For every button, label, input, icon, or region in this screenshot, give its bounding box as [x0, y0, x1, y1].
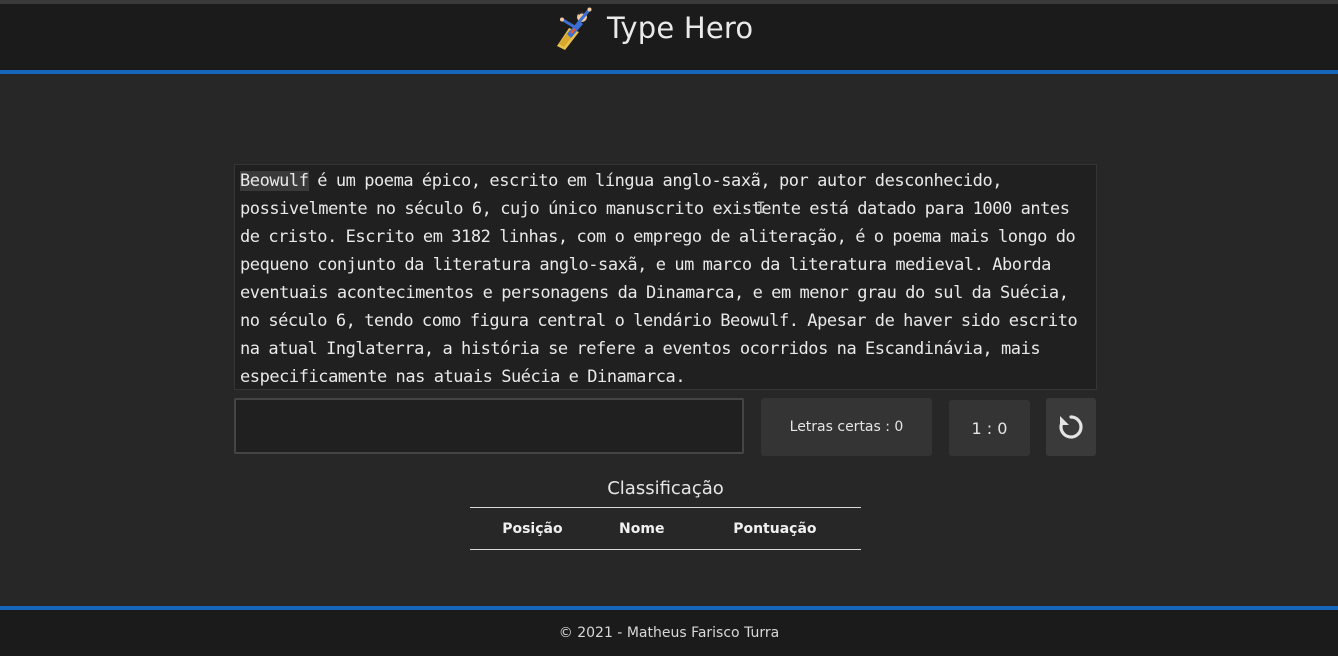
restart-button[interactable]	[1046, 398, 1096, 456]
typing-input[interactable]	[234, 398, 744, 454]
column-score: Pontuação	[733, 520, 817, 537]
column-name: Nome	[619, 520, 665, 537]
app-footer: © 2021 - Matheus Farisco Turra	[0, 610, 1338, 656]
superhero-icon	[557, 7, 592, 50]
app-title: Type Hero	[607, 11, 754, 45]
current-word: Beowulf	[240, 171, 309, 191]
copyright-text: © 2021 - Matheus Farisco Turra	[558, 625, 780, 641]
text-cursor-icon: I	[756, 198, 766, 217]
typing-text-panel: Beowulf é um poema épico, escrito em lín…	[234, 164, 1097, 390]
app-header: Type Hero	[0, 4, 1338, 70]
restart-icon	[1059, 415, 1083, 439]
ranking-title: Classificação	[607, 478, 724, 499]
column-position: Posição	[502, 520, 563, 537]
ranking-header-row: Posição Nome Pontuação	[470, 507, 861, 550]
ranking-table: Posição Nome Pontuação	[470, 507, 861, 550]
header-accent-bar	[0, 70, 1338, 74]
remaining-text: é um poema épico, escrito em língua angl…	[240, 171, 1078, 387]
correct-letters-counter: Letras certas : 0	[761, 398, 932, 456]
timer-display: 1 : 0	[949, 400, 1030, 456]
brand: Type Hero	[549, 4, 753, 52]
